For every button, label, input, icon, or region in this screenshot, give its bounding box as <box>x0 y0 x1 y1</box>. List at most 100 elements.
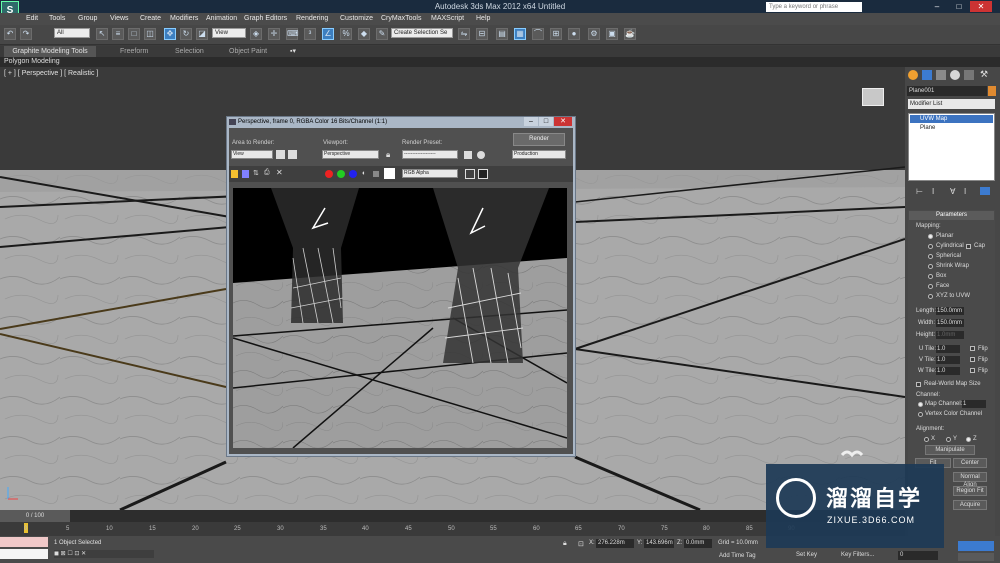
region-fit-button[interactable]: Region Fit <box>953 486 987 496</box>
render-window-close-button[interactable]: ✕ <box>554 117 572 126</box>
viewport-label[interactable]: [ + ] [ Perspective ] [ Realistic ] <box>4 70 98 77</box>
playback-controls-icon[interactable] <box>958 541 994 551</box>
angle-snap-icon[interactable]: ∠ <box>322 28 334 40</box>
motion-tab-icon[interactable] <box>950 70 960 80</box>
toggle-ui-overlay-icon[interactable] <box>465 169 475 179</box>
object-name-field[interactable]: Plane001 <box>907 86 987 96</box>
menu-crymaxtools[interactable]: CryMaxTools <box>381 13 421 25</box>
current-frame-field[interactable]: 0 <box>898 551 938 560</box>
align-z-radio[interactable] <box>966 437 971 442</box>
rendered-frame-window-icon[interactable]: ▣ <box>606 28 618 40</box>
select-move-icon[interactable]: ✥ <box>164 28 176 40</box>
material-editor-icon[interactable]: ● <box>568 28 580 40</box>
ribbon-options-icon[interactable]: ▪▾ <box>290 46 296 57</box>
modifier-list-dropdown[interactable]: Modifier List <box>908 99 995 109</box>
mapping-box-radio[interactable] <box>928 274 933 279</box>
length-spinner[interactable]: 150.0mm <box>936 307 964 315</box>
align-icon[interactable]: ⊟ <box>476 28 488 40</box>
reference-coord-dropdown[interactable]: View <box>212 28 246 38</box>
remove-modifier-icon[interactable]: ⅼ <box>964 187 966 196</box>
menu-create[interactable]: Create <box>140 13 161 25</box>
edit-named-sets-icon[interactable]: ✎ <box>376 28 388 40</box>
menu-graph-editors[interactable]: Graph Editors <box>244 13 287 25</box>
menu-views[interactable]: Views <box>110 13 129 25</box>
save-image-icon[interactable] <box>231 170 238 178</box>
clone-frame-icon[interactable]: ⇅ <box>253 169 259 177</box>
display-tab-icon[interactable] <box>964 70 974 80</box>
v-flip-checkbox[interactable] <box>970 357 975 362</box>
maximize-button[interactable]: □ <box>948 1 970 12</box>
select-object-icon[interactable]: ↖ <box>96 28 108 40</box>
monochrome-icon[interactable] <box>373 171 379 177</box>
tab-graphite-modeling-tools[interactable]: Graphite Modeling Tools <box>4 46 96 57</box>
mirror-icon[interactable]: ⇋ <box>458 28 470 40</box>
color-swatch[interactable] <box>384 168 395 179</box>
menu-rendering[interactable]: Rendering <box>296 13 328 25</box>
lock-selection-icon[interactable]: 🔒︎ <box>563 540 567 548</box>
width-spinner[interactable]: 150.0mm <box>936 319 964 327</box>
print-image-icon[interactable]: ⎙ <box>264 169 270 177</box>
align-y-radio[interactable] <box>946 437 951 442</box>
height-spinner[interactable]: 1.0mm <box>936 331 964 339</box>
selection-filter-dropdown[interactable]: All <box>54 28 90 38</box>
map-channel-radio[interactable] <box>918 402 923 407</box>
tab-freeform[interactable]: Freeform <box>120 46 148 57</box>
named-selection-dropdown[interactable]: Create Selection Se <box>391 28 453 38</box>
blue-channel-icon[interactable] <box>349 170 357 178</box>
mapping-planar-radio[interactable] <box>928 234 933 239</box>
parameters-header[interactable]: Parameters <box>909 211 994 220</box>
stack-item-uvw-map[interactable]: UVW Map <box>910 115 993 123</box>
green-channel-icon[interactable] <box>337 170 345 178</box>
render-window-maximize-button[interactable]: □ <box>539 117 553 126</box>
add-time-tag[interactable]: Add Time Tag <box>719 553 756 559</box>
menu-help[interactable]: Help <box>476 13 490 25</box>
schematic-view-icon[interactable]: ⊞ <box>550 28 562 40</box>
pin-stack-icon[interactable]: ⊢ <box>916 187 923 196</box>
set-key-button[interactable]: Set Key <box>796 552 817 558</box>
show-end-result-icon[interactable]: I <box>932 187 934 196</box>
render-setup-icon[interactable]: ⚙ <box>588 28 600 40</box>
auto-region-icon[interactable] <box>288 150 297 159</box>
rect-selection-icon[interactable]: □ <box>128 28 140 40</box>
z-coordinate-field[interactable]: 0.0mm <box>684 539 712 548</box>
mapping-shrink-wrap-radio[interactable] <box>928 264 933 269</box>
render-setup-icon[interactable] <box>464 151 472 159</box>
spinner-snap-icon[interactable]: ◆ <box>358 28 370 40</box>
area-to-render-dropdown[interactable]: View <box>231 150 273 159</box>
v-tile-spinner[interactable]: 1.0 <box>936 356 960 364</box>
select-rotate-icon[interactable]: ↻ <box>180 28 192 40</box>
tab-object-paint[interactable]: Object Paint <box>229 46 267 57</box>
render-production-icon[interactable]: ☕ <box>624 28 636 40</box>
w-flip-checkbox[interactable] <box>970 368 975 373</box>
edit-region-icon[interactable] <box>276 150 285 159</box>
utilities-tab-icon[interactable]: ⚒ <box>980 69 988 80</box>
stack-item-plane[interactable]: Plane <box>910 124 993 132</box>
absolute-mode-icon[interactable]: ⊡ <box>578 540 584 548</box>
map-channel-spinner[interactable]: 1 <box>962 400 986 408</box>
production-dropdown[interactable]: Production <box>512 150 566 159</box>
normal-align-button[interactable]: Normal Align <box>953 472 987 488</box>
snaps-toggle-icon[interactable]: ³ <box>304 28 316 40</box>
status-toolbar-icons[interactable]: ◼ ⊠ ☐ ⊡ ✕ <box>54 550 154 558</box>
viewcube-icon[interactable] <box>862 88 884 106</box>
percent-snap-icon[interactable]: % <box>340 28 352 40</box>
center-button[interactable]: Center <box>953 458 987 468</box>
maxscript-listener-field[interactable] <box>0 537 48 547</box>
real-world-map-size-checkbox[interactable] <box>916 382 921 387</box>
menu-tools[interactable]: Tools <box>49 13 65 25</box>
configure-modifier-sets-icon[interactable] <box>980 187 990 195</box>
mapping-spherical-radio[interactable] <box>928 254 933 259</box>
clear-image-icon[interactable]: ✕ <box>276 168 283 177</box>
lock-viewport-icon[interactable]: 🔒︎ <box>386 150 390 160</box>
menu-edit[interactable]: Edit <box>26 13 38 25</box>
polygon-modeling-panel[interactable]: Polygon Modeling <box>4 57 60 67</box>
u-flip-checkbox[interactable] <box>970 346 975 351</box>
graphite-tools-icon[interactable]: ▦ <box>514 28 526 40</box>
red-channel-icon[interactable] <box>325 170 333 178</box>
minimize-button[interactable]: – <box>926 1 948 12</box>
mapping-face-radio[interactable] <box>928 284 933 289</box>
hierarchy-tab-icon[interactable] <box>936 70 946 80</box>
align-x-radio[interactable] <box>924 437 929 442</box>
render-button[interactable]: Render <box>513 133 565 146</box>
cap-checkbox[interactable] <box>966 244 971 249</box>
